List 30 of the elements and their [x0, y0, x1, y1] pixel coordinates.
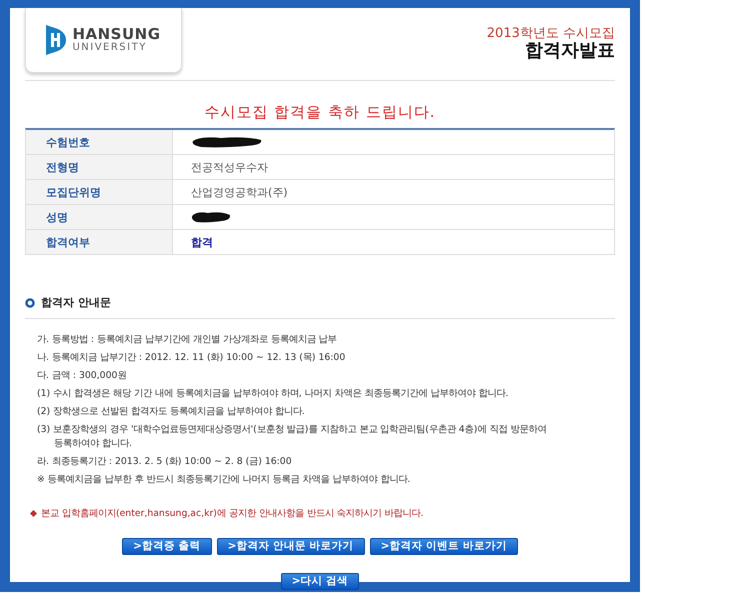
page-subtitle: 2013학년도 수시모집	[486, 26, 615, 41]
link-button[interactable]: >합격자 이벤트 바로가기	[370, 538, 518, 555]
row-label: 수험번호	[26, 130, 173, 154]
congrats-message: 수시모집 합격을 축하 드립니다.	[203, 103, 437, 122]
row-value: 전공적성우수자	[191, 160, 268, 174]
row-value: 산업경영공학과(주)	[191, 184, 288, 200]
guide-text: 나. 등록예치금 납부기간 : 2012. 12. 11 (화) 10:00 ~ 12. 13 (목) 16:00	[37, 351, 346, 365]
guide-text: 가. 등록방법 : 등록예치금 납부기간에 개인별 가상계좌로 등록예치금 납부	[37, 333, 338, 347]
page-title: 합격자발표	[525, 41, 615, 61]
link-button[interactable]: >합격증 출력	[122, 538, 212, 555]
row-label: 전형명	[26, 155, 173, 179]
row-value: 합격	[191, 234, 213, 250]
notice-text: 본교 입학홈페이지(enter,hansung,ac,kr)에 공지한 안내사항을 반드시 숙지하시기 바랍니다.	[41, 507, 424, 520]
diamond-icon	[30, 510, 37, 517]
guide-text: 다. 금액 : 300,000원	[37, 369, 128, 383]
section-heading: 합격자 안내문	[41, 295, 111, 310]
logo-subtitle: UNIVERSITY	[72, 42, 148, 53]
row-label: 성명	[26, 205, 173, 229]
link-button[interactable]: >합격자 안내문 바로가기	[216, 538, 365, 555]
row-label: 합격여부	[26, 230, 173, 254]
guide-text: (1) 수시 합격생은 해당 기간 내에 등록예치금을 납부하여야 하며, 나머지 차액은 최종등록기간에 납부하여야 합니다.	[37, 387, 510, 401]
logo-name: HANSUNG	[72, 27, 161, 42]
row-label: 모집단위명	[26, 180, 173, 204]
search-again-button[interactable]: >다시 검색	[280, 573, 360, 590]
guide-text: (3) 보훈장학생의 경우 '대학수업료등면제대상증명서'(보훈청 발급)를 지참하고 본교 입학관리팀(우촌관 4층)에 직접 방문하여 등록하여야 합니다.	[37, 423, 548, 451]
guide-text: ※ 등록예치금을 납부한 후 반드시 최종등록기간에 나머지 등록금 차액을 납부하여야 합니다.	[37, 473, 412, 487]
guide-text: 라. 최종등록기간 : 2013. 2. 5 (화) 10:00 ~ 2. 8 (금) 16:00	[37, 455, 293, 469]
logo-icon	[46, 25, 66, 55]
guide-text: (2) 장학생으로 선발된 합격자도 등록예치금을 납부하여야 합니다.	[37, 405, 306, 419]
bullet-icon	[25, 298, 35, 308]
